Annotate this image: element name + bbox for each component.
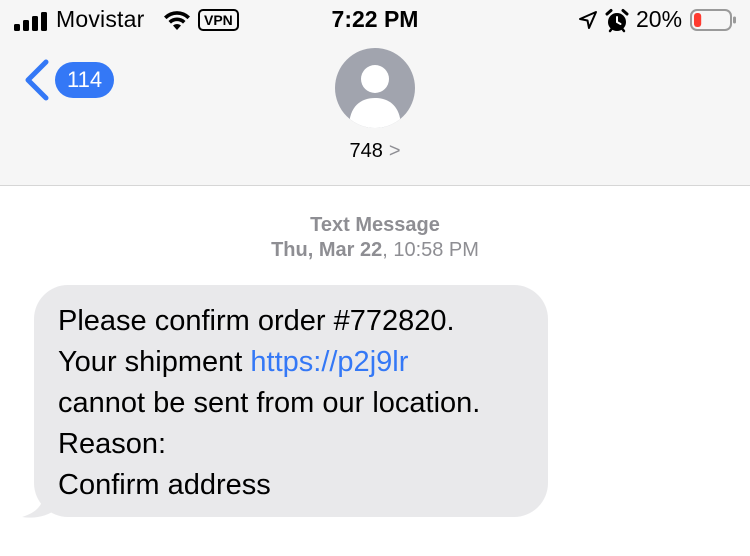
location-arrow-icon bbox=[579, 11, 597, 29]
conversation-header: Movistar VPN 7:22 PM 20% 114 748 > bbox=[0, 0, 750, 186]
message-line: Confirm address bbox=[58, 469, 271, 501]
message-line: Please confirm order #772820. bbox=[58, 305, 455, 337]
message-line: Reason: bbox=[58, 428, 167, 460]
message-service-label: Text Message bbox=[310, 214, 440, 236]
status-bar: Movistar VPN 7:22 PM 20% bbox=[0, 0, 750, 40]
message-timestamp: Thu, Mar 22, 10:58 PM bbox=[0, 239, 750, 262]
message-line: Your shipment https://p2j9lr bbox=[58, 342, 524, 383]
chevron-left-icon bbox=[25, 59, 49, 101]
battery-percentage: 20% bbox=[636, 6, 683, 32]
person-icon bbox=[349, 65, 401, 128]
message-bubble[interactable]: Please confirm order #772820. Your shipm… bbox=[34, 285, 548, 517]
message-time: , 10:58 PM bbox=[382, 239, 479, 261]
message-text: Your shipment bbox=[58, 346, 251, 378]
message-date: Thu, Mar 22 bbox=[271, 239, 383, 261]
chevron-right-icon: > bbox=[388, 140, 401, 162]
message-link[interactable]: https://p2j9lr bbox=[250, 346, 408, 378]
message-line: cannot be sent from our location. bbox=[58, 387, 481, 419]
alarm-clock-icon bbox=[605, 9, 629, 33]
contact-name: 748 bbox=[349, 140, 383, 162]
unread-count-badge: 114 bbox=[55, 62, 115, 98]
contact-avatar[interactable] bbox=[335, 48, 415, 128]
contact-name-button[interactable]: 748 > bbox=[0, 140, 750, 163]
back-button[interactable]: 114 bbox=[22, 56, 122, 106]
battery-icon bbox=[690, 9, 736, 31]
